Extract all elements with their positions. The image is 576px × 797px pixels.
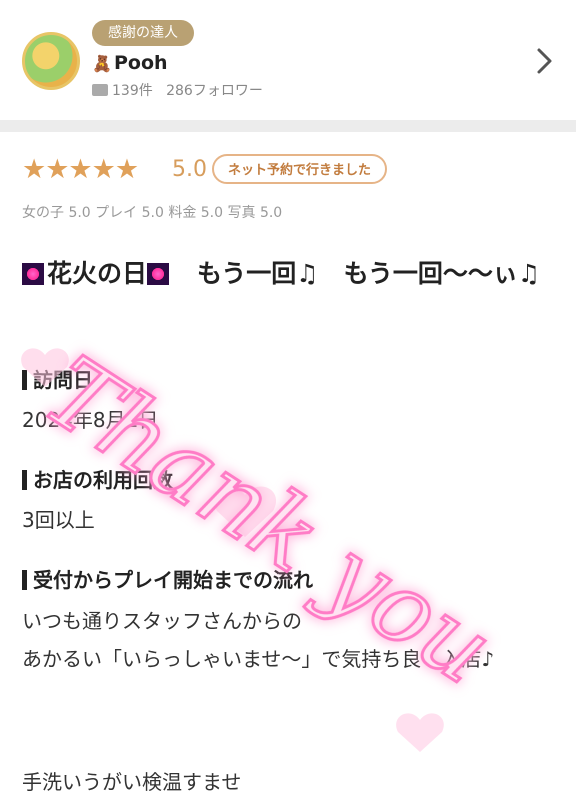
- reviewer-name[interactable]: 🧸 Pooh: [92, 52, 168, 74]
- avatar: [22, 32, 80, 90]
- category-scores: 女の子 5.0 プレイ 5.0 料金 5.0 写真 5.0: [22, 205, 283, 221]
- reservation-badge: ネット予約で行きました: [212, 154, 388, 184]
- bear-icon: 🧸: [92, 54, 112, 73]
- follower-count: 286フォロワー: [166, 83, 263, 99]
- visit-count-value: 3回以上: [22, 508, 95, 532]
- star-rating: ★★★★★: [22, 154, 139, 185]
- reviewer-profile-card[interactable]: 感謝の達人 🧸 Pooh 139件 286フォロワー: [0, 0, 576, 120]
- review-body-continued: 手洗いうがい検温すませ: [22, 770, 242, 794]
- reviewer-stats: 139件 286フォロワー: [92, 80, 263, 100]
- review-body: いつも通りスタッフさんからの あかるい「いらっしゃいませ〜」で気持ち良く入店♪: [22, 609, 495, 671]
- rank-badge: 感謝の達人: [92, 20, 194, 46]
- overall-score: 5.0: [172, 157, 207, 182]
- visit-date-value: 2024年8月1日: [22, 408, 159, 432]
- review-title-text: 花火の日: [47, 259, 148, 288]
- visit-date-heading: 訪問日: [22, 364, 93, 393]
- heart-icon: [396, 713, 444, 752]
- flow-heading: 受付からプレイ開始までの流れ: [22, 564, 313, 593]
- review-count: 139件: [112, 83, 153, 99]
- comment-icon: [92, 84, 108, 96]
- fireworks-icon: [22, 263, 44, 285]
- review-title-rest: もう一回♫ もう一回〜〜ぃ♫: [172, 259, 541, 288]
- section-divider: [0, 120, 576, 132]
- visit-count-heading: お店の利用回数: [22, 464, 173, 493]
- reviewer-name-text: Pooh: [114, 52, 168, 74]
- review-title: 花火の日 もう一回♫ もう一回〜〜ぃ♫: [22, 254, 552, 294]
- fireworks-icon: [147, 263, 170, 285]
- heart-icon: [213, 486, 277, 537]
- chevron-right-icon[interactable]: [530, 46, 560, 76]
